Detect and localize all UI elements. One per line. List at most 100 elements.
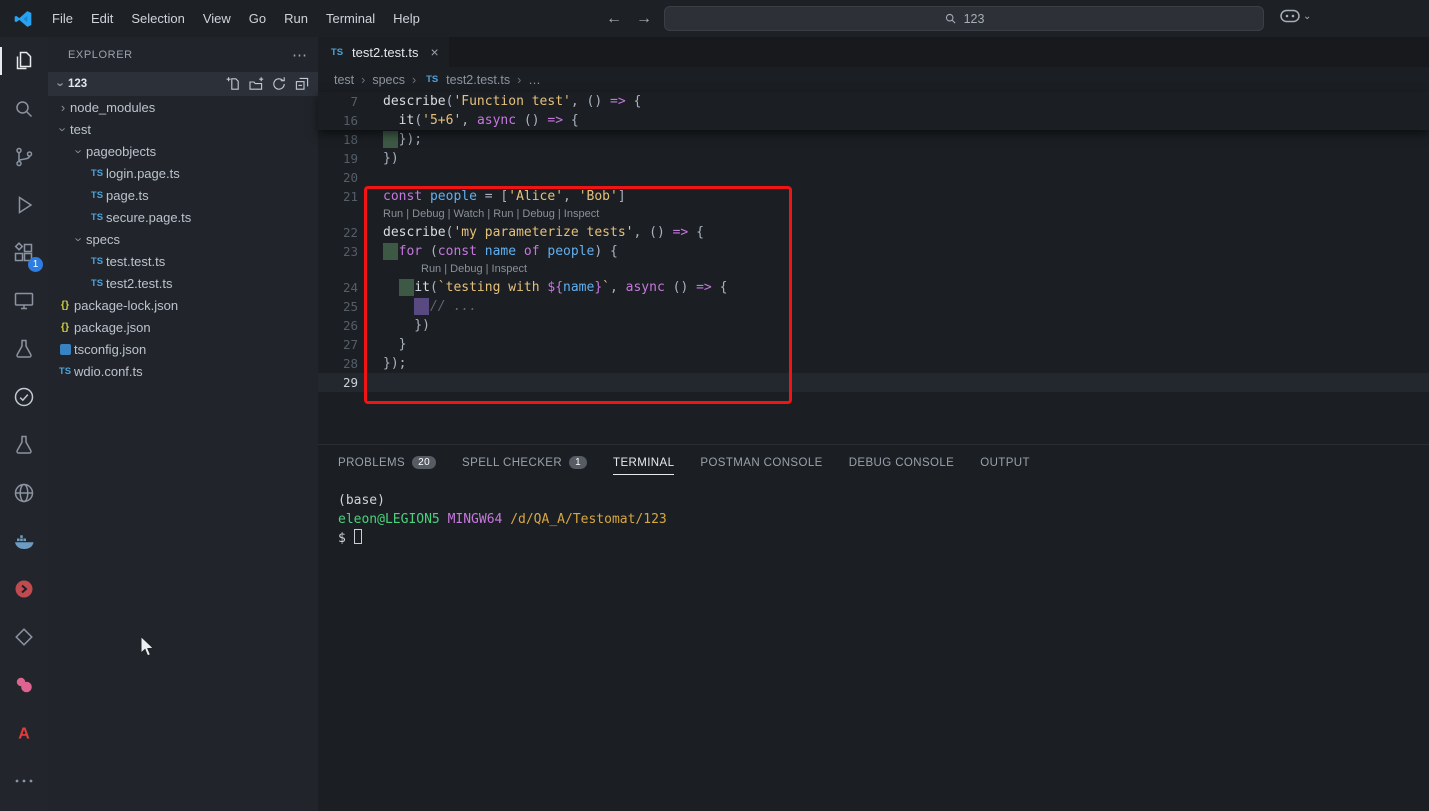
tree-item-package-json[interactable]: {}package.json bbox=[48, 316, 318, 338]
code-line-28[interactable]: 28}); bbox=[318, 354, 1429, 373]
code-line-24[interactable]: 24 it(`testing with ${name}`, async () =… bbox=[318, 278, 1429, 297]
tree-item-wdio-conf-ts[interactable]: TSwdio.conf.ts bbox=[48, 360, 318, 382]
panel-tab-label: DEBUG CONSOLE bbox=[849, 457, 955, 469]
terminal-output[interactable]: (base)eleon@LEGION5 MINGW64 /d/QA_A/Test… bbox=[318, 481, 1429, 548]
breadcrumb: test›specs›TStest2.test.ts›… bbox=[318, 67, 1429, 92]
activity-run-and-debug[interactable] bbox=[0, 181, 48, 229]
menu-bar: FileEditSelectionViewGoRunTerminalHelp bbox=[43, 0, 429, 37]
activity-extension-red-circle[interactable] bbox=[0, 565, 48, 613]
panel-tab-debug-console[interactable]: DEBUG CONSOLE bbox=[849, 451, 955, 475]
menu-view[interactable]: View bbox=[194, 0, 240, 37]
copilot-icon bbox=[1280, 8, 1300, 24]
tree-item-test-test-ts[interactable]: TStest.test.ts bbox=[48, 250, 318, 272]
workspace-section-header[interactable]: › 123 bbox=[48, 72, 318, 96]
activity-source-control[interactable] bbox=[0, 133, 48, 181]
activity-more-actions[interactable] bbox=[0, 757, 48, 805]
code-line-20[interactable]: 20 bbox=[318, 168, 1429, 187]
tree-item-login-page-ts[interactable]: TSlogin.page.ts bbox=[48, 162, 318, 184]
breadcrumb-item[interactable]: … bbox=[528, 73, 541, 87]
menu-file[interactable]: File bbox=[43, 0, 82, 37]
activity-testing[interactable] bbox=[0, 325, 48, 373]
tree-item-specs[interactable]: ›specs bbox=[48, 228, 318, 250]
activity-extension-pink[interactable] bbox=[0, 661, 48, 709]
code-line-27[interactable]: 27 } bbox=[318, 335, 1429, 354]
activity-search[interactable] bbox=[0, 85, 48, 133]
panel-tab-spell-checker[interactable]: SPELL CHECKER1 bbox=[462, 451, 587, 475]
code-text: const people = ['Alice', 'Bob'] bbox=[383, 187, 626, 206]
tree-item-test[interactable]: ›test bbox=[48, 118, 318, 140]
activity-remote-explorer[interactable] bbox=[0, 277, 48, 325]
code-editor[interactable]: 7describe('Function test', () => {16 it(… bbox=[318, 92, 1429, 444]
code-line-7[interactable]: 7describe('Function test', () => { bbox=[318, 92, 1429, 111]
tree-item-pageobjects[interactable]: ›pageobjects bbox=[48, 140, 318, 162]
code-line-25[interactable]: 25 // ... bbox=[318, 297, 1429, 316]
code-line-16[interactable]: 16 it('5+6', async () => { bbox=[318, 111, 1429, 130]
refresh-icon[interactable] bbox=[269, 74, 289, 94]
menu-terminal[interactable]: Terminal bbox=[317, 0, 384, 37]
menu-selection[interactable]: Selection bbox=[122, 0, 193, 37]
menu-help[interactable]: Help bbox=[384, 0, 429, 37]
nav-forward-icon[interactable]: → bbox=[636, 10, 652, 28]
search-value: 123 bbox=[964, 12, 985, 26]
activity-badge: 1 bbox=[28, 257, 43, 272]
menu-edit[interactable]: Edit bbox=[82, 0, 122, 37]
panel-tab-badge: 1 bbox=[569, 456, 587, 469]
tree-item-label: login.page.ts bbox=[106, 166, 180, 181]
tree-item-label: secure.page.ts bbox=[106, 210, 191, 225]
new-file-icon[interactable] bbox=[223, 74, 243, 94]
activity-browser-preview[interactable] bbox=[0, 469, 48, 517]
panel-tab-output[interactable]: OUTPUT bbox=[980, 451, 1030, 475]
code-line-29[interactable]: 29 bbox=[318, 373, 1429, 392]
nav-back-icon[interactable]: ← bbox=[606, 10, 622, 28]
menu-run[interactable]: Run bbox=[275, 0, 317, 37]
code-text: for (const name of people) { bbox=[383, 242, 618, 261]
terminal-cursor bbox=[354, 529, 362, 544]
code-text: describe('Function test', () => { bbox=[383, 92, 641, 111]
breadcrumb-item[interactable]: TStest2.test.ts bbox=[423, 73, 510, 87]
code-line-21[interactable]: 21const people = ['Alice', 'Bob'] bbox=[318, 187, 1429, 206]
activity-allure[interactable]: A bbox=[0, 709, 48, 757]
tree-item-secure-page-ts[interactable]: TSsecure.page.ts bbox=[48, 206, 318, 228]
activity-extension-flask[interactable] bbox=[0, 421, 48, 469]
code-line-26[interactable]: 26 }) bbox=[318, 316, 1429, 335]
close-icon[interactable]: × bbox=[430, 44, 438, 60]
activity-test-results[interactable] bbox=[0, 373, 48, 421]
panel-tab-problems[interactable]: PROBLEMS20 bbox=[338, 451, 436, 475]
codelens-actions[interactable]: Run | Debug | Watch | Run | Debug | Insp… bbox=[318, 206, 1429, 223]
panel-tab-postman-console[interactable]: POSTMAN CONSOLE bbox=[700, 451, 822, 475]
code-line-19[interactable]: 19}) bbox=[318, 149, 1429, 168]
code-line-18[interactable]: 18 }); bbox=[318, 130, 1429, 149]
tree-item-package-lock-json[interactable]: {}package-lock.json bbox=[48, 294, 318, 316]
codelens-actions[interactable]: Run | Debug | Inspect bbox=[318, 261, 1429, 278]
tree-item-label: pageobjects bbox=[86, 144, 156, 159]
explorer-more-actions-icon[interactable]: ⋯ bbox=[292, 46, 308, 64]
terminal-line: (base) bbox=[338, 491, 1429, 510]
panel-tab-label: TERMINAL bbox=[613, 457, 674, 469]
beaker-icon bbox=[12, 337, 36, 361]
new-folder-icon[interactable] bbox=[246, 74, 266, 94]
tab-test2-test-ts[interactable]: TStest2.test.ts× bbox=[318, 37, 449, 67]
command-center-search[interactable]: 123 bbox=[664, 6, 1264, 31]
activity-explorer[interactable] bbox=[0, 37, 48, 85]
copilot-menu[interactable]: ⌄ bbox=[1280, 8, 1311, 24]
tree-item-test2-test-ts[interactable]: TStest2.test.ts bbox=[48, 272, 318, 294]
monitor-icon bbox=[12, 289, 36, 313]
activity-extensions[interactable]: 1 bbox=[0, 229, 48, 277]
tree-item-tsconfig-json[interactable]: tsconfig.json bbox=[48, 338, 318, 360]
panel-tab-label: OUTPUT bbox=[980, 457, 1030, 469]
breadcrumb-item[interactable]: specs bbox=[372, 73, 405, 87]
code-text: }) bbox=[383, 149, 399, 168]
code-line-23[interactable]: 23 for (const name of people) { bbox=[318, 242, 1429, 261]
code-line-22[interactable]: 22describe('my parameterize tests', () =… bbox=[318, 223, 1429, 242]
panel-tab-terminal[interactable]: TERMINAL bbox=[613, 451, 674, 475]
menu-go[interactable]: Go bbox=[240, 0, 275, 37]
collapse-all-icon[interactable] bbox=[292, 74, 312, 94]
chevron-right-icon: › bbox=[56, 100, 70, 115]
line-number: 23 bbox=[318, 242, 383, 261]
tree-item-page-ts[interactable]: TSpage.ts bbox=[48, 184, 318, 206]
breadcrumb-separator: › bbox=[412, 73, 416, 87]
tree-item-node-modules[interactable]: ›node_modules bbox=[48, 96, 318, 118]
activity-docker[interactable] bbox=[0, 517, 48, 565]
activity-extension-misc[interactable] bbox=[0, 613, 48, 661]
breadcrumb-item[interactable]: test bbox=[334, 73, 354, 87]
